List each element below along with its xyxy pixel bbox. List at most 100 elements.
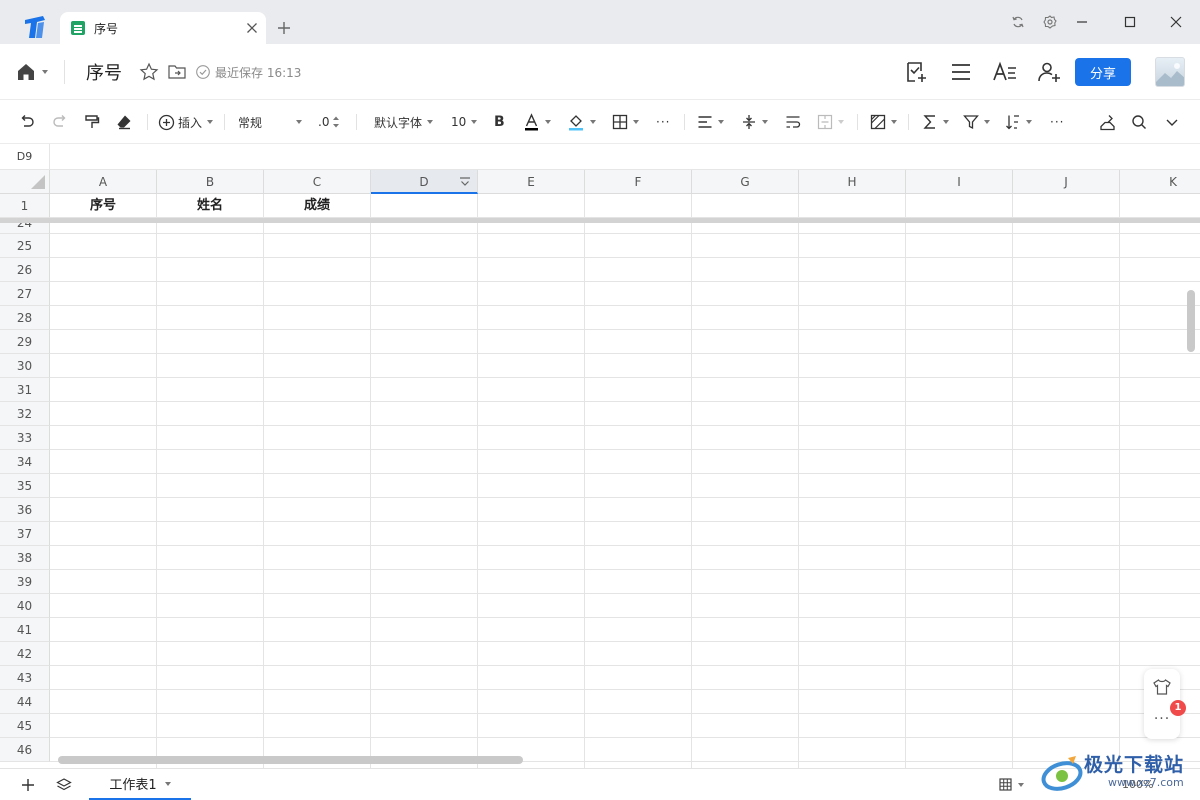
- row-header-36[interactable]: 36: [0, 498, 50, 522]
- row-header-44[interactable]: 44: [0, 690, 50, 714]
- vertical-scrollbar[interactable]: [1187, 290, 1195, 352]
- star-icon[interactable]: [139, 62, 159, 82]
- row-header-29[interactable]: 29: [0, 330, 50, 354]
- cell-a1[interactable]: 序号: [50, 194, 157, 218]
- select-all-corner[interactable]: [0, 170, 50, 194]
- row-header-43[interactable]: 43: [0, 666, 50, 690]
- row-header-1[interactable]: 1: [0, 194, 50, 218]
- add-task-icon[interactable]: [904, 60, 928, 84]
- cell-j1[interactable]: [1013, 194, 1120, 218]
- cell-g1[interactable]: [692, 194, 799, 218]
- fill-color-button[interactable]: [567, 111, 596, 133]
- cell-c1[interactable]: 成绩: [264, 194, 371, 218]
- row-header-34[interactable]: 34: [0, 450, 50, 474]
- row-header-42[interactable]: 42: [0, 642, 50, 666]
- add-collaborator-icon[interactable]: [1037, 60, 1061, 84]
- collapse-toolbar-button[interactable]: [1164, 111, 1180, 133]
- row-header-35[interactable]: 35: [0, 474, 50, 498]
- column-header-i[interactable]: I: [906, 170, 1013, 194]
- bold-button[interactable]: B: [494, 111, 505, 133]
- merge-cells-button[interactable]: [817, 111, 844, 133]
- search-button[interactable]: [1131, 111, 1147, 133]
- new-tab-icon[interactable]: [276, 20, 292, 36]
- sync-icon[interactable]: [1010, 14, 1026, 30]
- formula-input[interactable]: [51, 144, 1200, 169]
- wrap-text-button[interactable]: [785, 111, 801, 133]
- align-button[interactable]: [697, 111, 724, 133]
- cell-style-button[interactable]: [870, 111, 897, 133]
- clear-format-button[interactable]: [115, 111, 133, 133]
- column-header-j[interactable]: J: [1013, 170, 1120, 194]
- more-tools-button[interactable]: ···: [1050, 111, 1064, 133]
- row-header-25[interactable]: 25: [0, 234, 50, 258]
- row-header-46[interactable]: 46: [0, 738, 50, 762]
- font-color-button[interactable]: [523, 111, 551, 133]
- row-header-40[interactable]: 40: [0, 594, 50, 618]
- row-header-38[interactable]: 38: [0, 546, 50, 570]
- cell-d1[interactable]: [371, 194, 478, 218]
- home-button[interactable]: [16, 60, 56, 84]
- horizontal-scrollbar[interactable]: [58, 756, 523, 764]
- document-title[interactable]: 序号: [86, 59, 122, 85]
- view-mode-button[interactable]: [999, 778, 1024, 791]
- minimize-icon[interactable]: [1074, 14, 1090, 30]
- column-header-a[interactable]: A: [50, 170, 157, 194]
- row-header-28[interactable]: 28: [0, 306, 50, 330]
- cell-b1[interactable]: 姓名: [157, 194, 264, 218]
- column-header-g[interactable]: G: [692, 170, 799, 194]
- more-format-button[interactable]: ···: [656, 111, 670, 133]
- formula-button[interactable]: [922, 111, 949, 133]
- column-header-c[interactable]: C: [264, 170, 371, 194]
- insert-button[interactable]: 插入: [158, 111, 214, 133]
- row-header-26[interactable]: 26: [0, 258, 50, 282]
- cell-f1[interactable]: [585, 194, 692, 218]
- document-tab[interactable]: 序号: [60, 12, 266, 44]
- row-header-31[interactable]: 31: [0, 378, 50, 402]
- cell-e1[interactable]: [478, 194, 585, 218]
- settings-gear-icon[interactable]: [1042, 14, 1058, 30]
- filter-button[interactable]: [963, 111, 990, 133]
- name-box[interactable]: D9: [0, 144, 50, 169]
- cell-k1[interactable]: [1120, 194, 1200, 218]
- sheet-tab-active[interactable]: 工作表1: [89, 769, 191, 800]
- app-logo-icon[interactable]: [23, 16, 47, 38]
- share-button[interactable]: 分享: [1075, 58, 1131, 86]
- row-header-27[interactable]: 27: [0, 282, 50, 306]
- font-family-select[interactable]: 默认字体: [374, 111, 434, 133]
- undo-button[interactable]: [18, 111, 36, 133]
- close-window-icon[interactable]: [1168, 14, 1184, 30]
- add-sheet-icon[interactable]: [20, 777, 36, 793]
- number-format-select[interactable]: 常规: [238, 111, 302, 133]
- cell-h1[interactable]: [799, 194, 906, 218]
- redo-button[interactable]: [51, 111, 69, 133]
- column-header-e[interactable]: E: [478, 170, 585, 194]
- avatar[interactable]: [1155, 57, 1185, 87]
- column-header-f[interactable]: F: [585, 170, 692, 194]
- row-header-41[interactable]: 41: [0, 618, 50, 642]
- row-header-33[interactable]: 33: [0, 426, 50, 450]
- column-header-h[interactable]: H: [799, 170, 906, 194]
- clean-button[interactable]: [1099, 111, 1116, 133]
- text-format-icon[interactable]: [993, 60, 1017, 84]
- theme-shirt-icon[interactable]: [1152, 677, 1172, 697]
- row-header-24[interactable]: 24: [0, 223, 50, 234]
- spreadsheet-grid[interactable]: A B C D E F G H I J K 1 序号 姓名 成绩 24 25 26 27 28 29 30 31 32 33 34…: [0, 170, 1200, 768]
- close-tab-icon[interactable]: [244, 20, 260, 36]
- maximize-icon[interactable]: [1122, 14, 1138, 30]
- borders-button[interactable]: [612, 111, 639, 133]
- move-to-folder-icon[interactable]: [167, 62, 187, 82]
- vertical-align-button[interactable]: [741, 111, 768, 133]
- row-header-30[interactable]: 30: [0, 354, 50, 378]
- cell-i1[interactable]: [906, 194, 1013, 218]
- menu-icon[interactable]: [949, 60, 973, 84]
- font-size-select[interactable]: 10: [451, 111, 478, 133]
- column-header-k[interactable]: K: [1120, 170, 1200, 194]
- row-header-37[interactable]: 37: [0, 522, 50, 546]
- sort-button[interactable]: [1005, 111, 1032, 133]
- row-header-39[interactable]: 39: [0, 570, 50, 594]
- column-menu-icon[interactable]: [458, 175, 472, 189]
- row-header-32[interactable]: 32: [0, 402, 50, 426]
- sheet-list-icon[interactable]: [56, 777, 72, 793]
- row-header-45[interactable]: 45: [0, 714, 50, 738]
- freeze-pane-divider[interactable]: [0, 218, 1200, 223]
